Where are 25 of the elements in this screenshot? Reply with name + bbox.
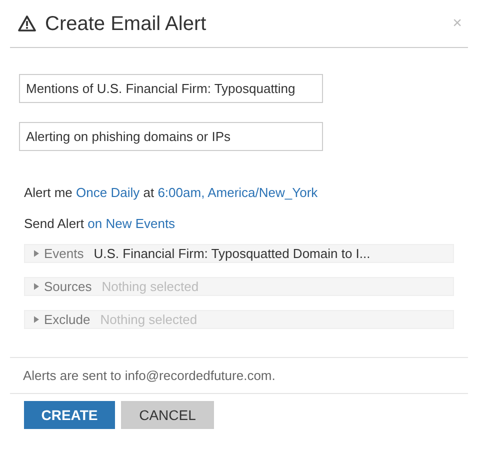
alert-schedule-text: Alert me Once Daily at 6:00am, America/New_York [24,184,319,201]
option-link[interactable]: on New Events [88,216,176,231]
filter-label: Sources [44,278,92,296]
filter-value: U.S. Financial Firm: Typosquatted Domain to I... [94,244,370,263]
filter-label: Exclude [44,310,90,329]
create-button[interactable]: CREATE [24,401,115,429]
warning-icon [18,15,36,32]
alert-name-field[interactable]: Mentions of U.S. Financial Firm: Typosquatting [19,74,323,103]
dialog-title: Create Email Alert [45,12,206,36]
caret-icon [34,316,39,323]
caret-icon [34,283,39,290]
filter-placeholder: Nothing selected [102,278,199,296]
filter-row[interactable]: Exclude Nothing selected [24,310,454,329]
filter-row[interactable]: Events U.S. Financial Firm: Typosquatted Domain to I... [24,244,454,263]
option-link[interactable]: 6:00am, [158,185,205,200]
send-alert-text: Send Alert on New Events [24,215,176,232]
alert-description-field[interactable]: Alerting on phishing domains or IPs [19,122,323,151]
caret-icon [34,250,39,257]
filter-placeholder: Nothing selected [100,310,198,329]
recipient-note: Alerts are sent to info@recordedfuture.com. [23,366,276,385]
filter-row[interactable]: Sources Nothing selected [24,277,454,296]
option-link[interactable]: America/New_York [208,185,318,200]
cancel-button[interactable]: CANCEL [121,401,214,429]
option-link[interactable]: Once Daily [76,185,140,200]
filter-label: Events [44,244,84,263]
